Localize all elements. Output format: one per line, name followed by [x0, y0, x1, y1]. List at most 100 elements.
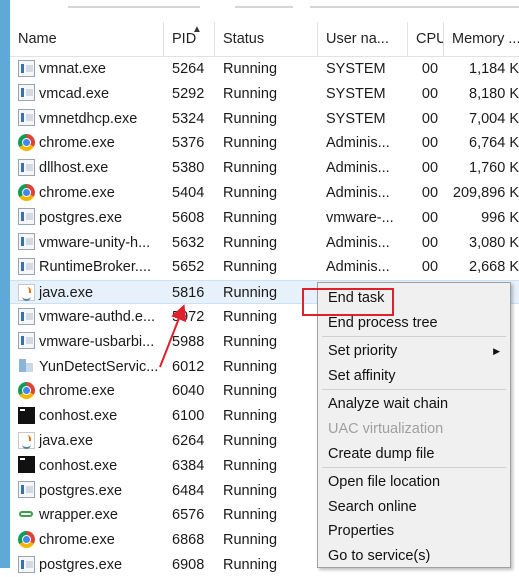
- process-name-label: chrome.exe: [39, 532, 115, 549]
- process-pid: 5632: [172, 234, 205, 251]
- process-pid: 6264: [172, 433, 205, 449]
- process-name-label: conhost.exe: [39, 408, 118, 425]
- process-pid: 6100: [172, 408, 205, 425]
- menu-item-set-affinity[interactable]: Set affinity: [318, 364, 510, 388]
- process-status: Running: [223, 482, 278, 499]
- process-user: Adminis...: [326, 160, 390, 177]
- column-header-memory[interactable]: Memory ...: [444, 22, 519, 56]
- column-header-name[interactable]: Name: [10, 22, 164, 56]
- process-status: Running: [223, 285, 278, 302]
- process-name: vmcad.exe: [18, 82, 168, 106]
- process-cpu: 00: [421, 110, 439, 127]
- table-row[interactable]: vmnetdhcp.exe 5324 Running SYSTEM 00 7,004 K: [10, 107, 519, 131]
- process-name-label: vmnat.exe: [39, 61, 106, 77]
- process-name: java.exe: [18, 281, 168, 305]
- wrapper-icon: [18, 506, 35, 523]
- process-user: SYSTEM: [326, 61, 386, 77]
- exe-icon: [18, 158, 35, 176]
- top-divider: [235, 6, 293, 8]
- process-name-label: vmcad.exe: [39, 85, 110, 102]
- table-row[interactable]: dllhost.exe 5380 Running Adminis... 00 1,760 …: [10, 156, 519, 180]
- column-header-cpu[interactable]: CPU: [408, 22, 444, 56]
- table-row[interactable]: vmware-unity-h... 5632 Running Adminis... 00…: [10, 231, 519, 255]
- exe-icon: [18, 109, 35, 127]
- process-pid: 5608: [172, 209, 205, 226]
- menu-item-go-to-service-s[interactable]: Go to service(s): [318, 544, 510, 568]
- column-header-user[interactable]: User na...: [318, 22, 408, 56]
- context-menu: End task End process tree Set priority ▶ Set…: [317, 282, 511, 568]
- conhost-icon: [18, 456, 35, 474]
- menu-item-label: Search online: [328, 498, 417, 515]
- process-name: vmware-unity-h...: [18, 231, 168, 255]
- table-row[interactable]: chrome.exe 5376 Running Adminis... 00 6,764 K: [10, 131, 519, 155]
- process-pid: 5816: [172, 285, 205, 302]
- exe-icon: [18, 84, 35, 102]
- table-row[interactable]: postgres.exe 5608 Running vmware-... 00 996 K: [10, 206, 519, 230]
- process-cpu: 00: [421, 185, 439, 201]
- menu-item-label: Set affinity: [328, 367, 396, 384]
- process-user: Adminis...: [326, 185, 390, 201]
- menu-item-label: End process tree: [328, 314, 438, 331]
- menu-item-search-online[interactable]: Search online: [318, 495, 510, 519]
- process-pid: 6012: [172, 358, 205, 375]
- process-pid: 5652: [172, 259, 205, 276]
- exe-icon: [18, 59, 35, 77]
- process-name: postgres.exe: [18, 553, 168, 577]
- process-name-label: conhost.exe: [39, 457, 118, 474]
- column-header-status[interactable]: Status: [215, 22, 318, 56]
- process-pid: 5376: [172, 135, 205, 152]
- process-status: Running: [223, 185, 278, 201]
- menu-item-open-file-location[interactable]: Open file location: [318, 470, 510, 494]
- process-name: conhost.exe: [18, 454, 168, 478]
- process-name-label: chrome.exe: [39, 383, 115, 400]
- exe-icon: [18, 555, 35, 573]
- process-status: Running: [223, 160, 278, 177]
- process-memory: 1,760 K: [469, 160, 519, 177]
- process-name: java.exe: [18, 429, 168, 453]
- annotation-highlight-box: [302, 288, 394, 316]
- table-row[interactable]: chrome.exe 5404 Running Adminis... 00 209,896…: [10, 181, 519, 205]
- process-name-label: wrapper.exe: [39, 507, 118, 524]
- column-header-pid[interactable]: PID ▲: [164, 22, 215, 56]
- process-name-label: chrome.exe: [39, 135, 115, 152]
- menu-separator: [322, 389, 506, 391]
- top-strip: [10, 0, 519, 18]
- process-name: wrapper.exe: [18, 503, 168, 527]
- menu-item-create-dump-file[interactable]: Create dump file: [318, 442, 510, 466]
- menu-item-properties[interactable]: Properties: [318, 519, 510, 543]
- process-user: SYSTEM: [326, 85, 386, 102]
- process-user: Adminis...: [326, 135, 390, 152]
- menu-item-analyze-wait-chain[interactable]: Analyze wait chain: [318, 392, 510, 416]
- table-row[interactable]: RuntimeBroker.... 5652 Running Adminis... 00…: [10, 255, 519, 279]
- process-name-label: chrome.exe: [39, 185, 115, 201]
- process-pid: 6868: [172, 532, 205, 549]
- process-status: Running: [223, 259, 278, 276]
- chrome-icon: [18, 134, 35, 152]
- menu-item-label: Create dump file: [328, 445, 435, 462]
- menu-item-set-priority[interactable]: Set priority ▶: [318, 339, 510, 363]
- process-name-label: postgres.exe: [39, 557, 123, 573]
- process-name-label: java.exe: [39, 433, 94, 449]
- process-user: vmware-...: [326, 209, 394, 226]
- process-status: Running: [223, 333, 278, 350]
- process-pid: 5292: [172, 85, 205, 102]
- menu-item-uac-virtualization: UAC virtualization: [318, 417, 510, 441]
- window-left-border: [0, 0, 10, 568]
- process-status: Running: [223, 135, 278, 152]
- process-pid: 5972: [172, 309, 205, 325]
- process-status: Running: [223, 408, 278, 425]
- process-status: Running: [223, 433, 278, 449]
- process-cpu: 00: [421, 61, 439, 77]
- process-cpu: 00: [421, 160, 439, 177]
- top-divider: [310, 6, 519, 8]
- exe-icon: [18, 307, 35, 325]
- process-pid: 5380: [172, 160, 205, 177]
- process-memory: 7,004 K: [469, 110, 519, 127]
- process-pid: 5404: [172, 185, 205, 201]
- process-pid: 5988: [172, 333, 205, 350]
- table-row[interactable]: vmcad.exe 5292 Running SYSTEM 00 8,180 K: [10, 82, 519, 106]
- menu-item-label: Go to service(s): [328, 548, 431, 564]
- table-row[interactable]: vmnat.exe 5264 Running SYSTEM 00 1,184 K: [10, 57, 519, 81]
- process-name: YunDetectServic...: [18, 355, 168, 379]
- process-status: Running: [223, 61, 278, 77]
